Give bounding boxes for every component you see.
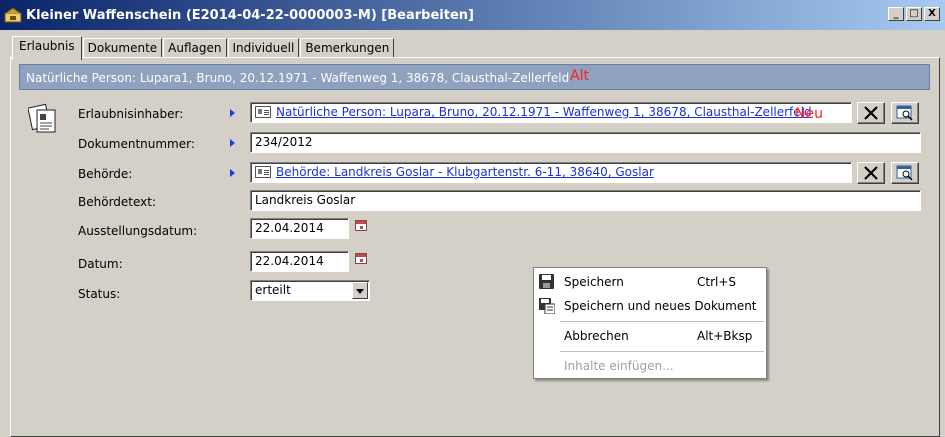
dokumentnummer-label: Dokumentnummer:	[78, 137, 195, 151]
chevron-down-icon[interactable]	[352, 282, 368, 299]
status-selected-value: erteilt	[255, 283, 291, 297]
document-icon	[27, 100, 58, 136]
save-new-icon	[539, 298, 556, 315]
menu-item-speichern-neu[interactable]: Speichern und neues Dokument	[534, 295, 766, 317]
inhaber-arrow-icon	[230, 109, 235, 117]
tab-bar: Erlaubnis Dokumente Auflagen Individuell…	[12, 36, 395, 60]
clear-x-icon	[864, 106, 878, 120]
menu-item-inhalte-einfuegen[interactable]: Inhalte einfügen...	[534, 355, 766, 377]
inhaber-link[interactable]: Natürliche Person: Lupara, Bruno, 20.12.…	[276, 105, 812, 119]
dokumentnummer-arrow-icon	[230, 139, 235, 147]
maximize-button[interactable]: □	[906, 7, 922, 21]
tab-dokumente[interactable]: Dokumente	[82, 38, 163, 59]
previous-holder-band: Natürliche Person: Lupara1, Bruno, 20.12…	[19, 64, 930, 90]
person-card-icon	[255, 106, 271, 118]
behoerde-clear-button[interactable]	[857, 162, 885, 184]
tab-individuell[interactable]: Individuell	[227, 38, 300, 59]
app-icon	[4, 7, 22, 23]
clear-x-icon	[864, 166, 878, 180]
title-bar: Kleiner Waffenschein (E2014-04-22-000000…	[0, 0, 945, 30]
datum-input[interactable]: 22.04.2014	[250, 251, 349, 272]
behoerde-link[interactable]: Behörde: Landkreis Goslar - Klubgartenst…	[276, 165, 654, 179]
authority-card-icon	[255, 166, 271, 178]
ausstellungsdatum-calendar-icon[interactable]	[355, 220, 367, 231]
inhaber-field[interactable]: Natürliche Person: Lupara, Bruno, 20.12.…	[250, 102, 852, 123]
menu-item-abbrechen[interactable]: Abbrechen Alt+Bksp	[534, 325, 766, 347]
alt-annotation: Alt	[570, 68, 589, 84]
minimize-button[interactable]: _	[888, 7, 904, 21]
menu-separator	[560, 321, 764, 322]
behoerdetext-input[interactable]: Landkreis Goslar	[250, 190, 921, 211]
save-icon	[539, 274, 555, 290]
menu-item-speichern[interactable]: Speichern Ctrl+S	[534, 271, 766, 293]
inhaber-search-button[interactable]	[891, 102, 919, 124]
status-select[interactable]: erteilt	[250, 280, 370, 301]
behoerdetext-label: Behördetext:	[78, 195, 157, 209]
neu-annotation: Neu	[795, 106, 823, 122]
inhaber-clear-button[interactable]	[857, 102, 885, 124]
search-icon	[896, 165, 913, 181]
tab-erlaubnis[interactable]: Erlaubnis	[12, 36, 82, 60]
previous-holder-text: Natürliche Person: Lupara1, Bruno, 20.12…	[26, 71, 570, 85]
datum-calendar-icon[interactable]	[355, 253, 367, 264]
dokumentnummer-input[interactable]: 234/2012	[250, 132, 921, 153]
datum-label: Datum:	[78, 257, 123, 271]
close-button[interactable]: X	[924, 7, 940, 21]
ausstellungsdatum-input[interactable]: 22.04.2014	[250, 218, 349, 239]
behoerde-search-button[interactable]	[891, 162, 919, 184]
menu-separator	[560, 351, 764, 352]
behoerde-arrow-icon	[230, 169, 235, 177]
inhaber-label: Erlaubnisinhaber:	[78, 107, 184, 121]
status-label: Status:	[78, 287, 121, 301]
behoerde-field[interactable]: Behörde: Landkreis Goslar - Klubgartenst…	[250, 162, 852, 183]
context-menu: Speichern Ctrl+S Speichern und neues Dok…	[533, 267, 767, 379]
tab-auflagen[interactable]: Auflagen	[163, 38, 227, 59]
window-title: Kleiner Waffenschein (E2014-04-22-000000…	[26, 7, 474, 23]
ausstellungsdatum-label: Ausstellungsdatum:	[78, 224, 198, 238]
behoerde-label: Behörde:	[78, 167, 133, 181]
search-icon	[896, 105, 913, 121]
tab-bemerkungen[interactable]: Bemerkungen	[300, 38, 395, 59]
